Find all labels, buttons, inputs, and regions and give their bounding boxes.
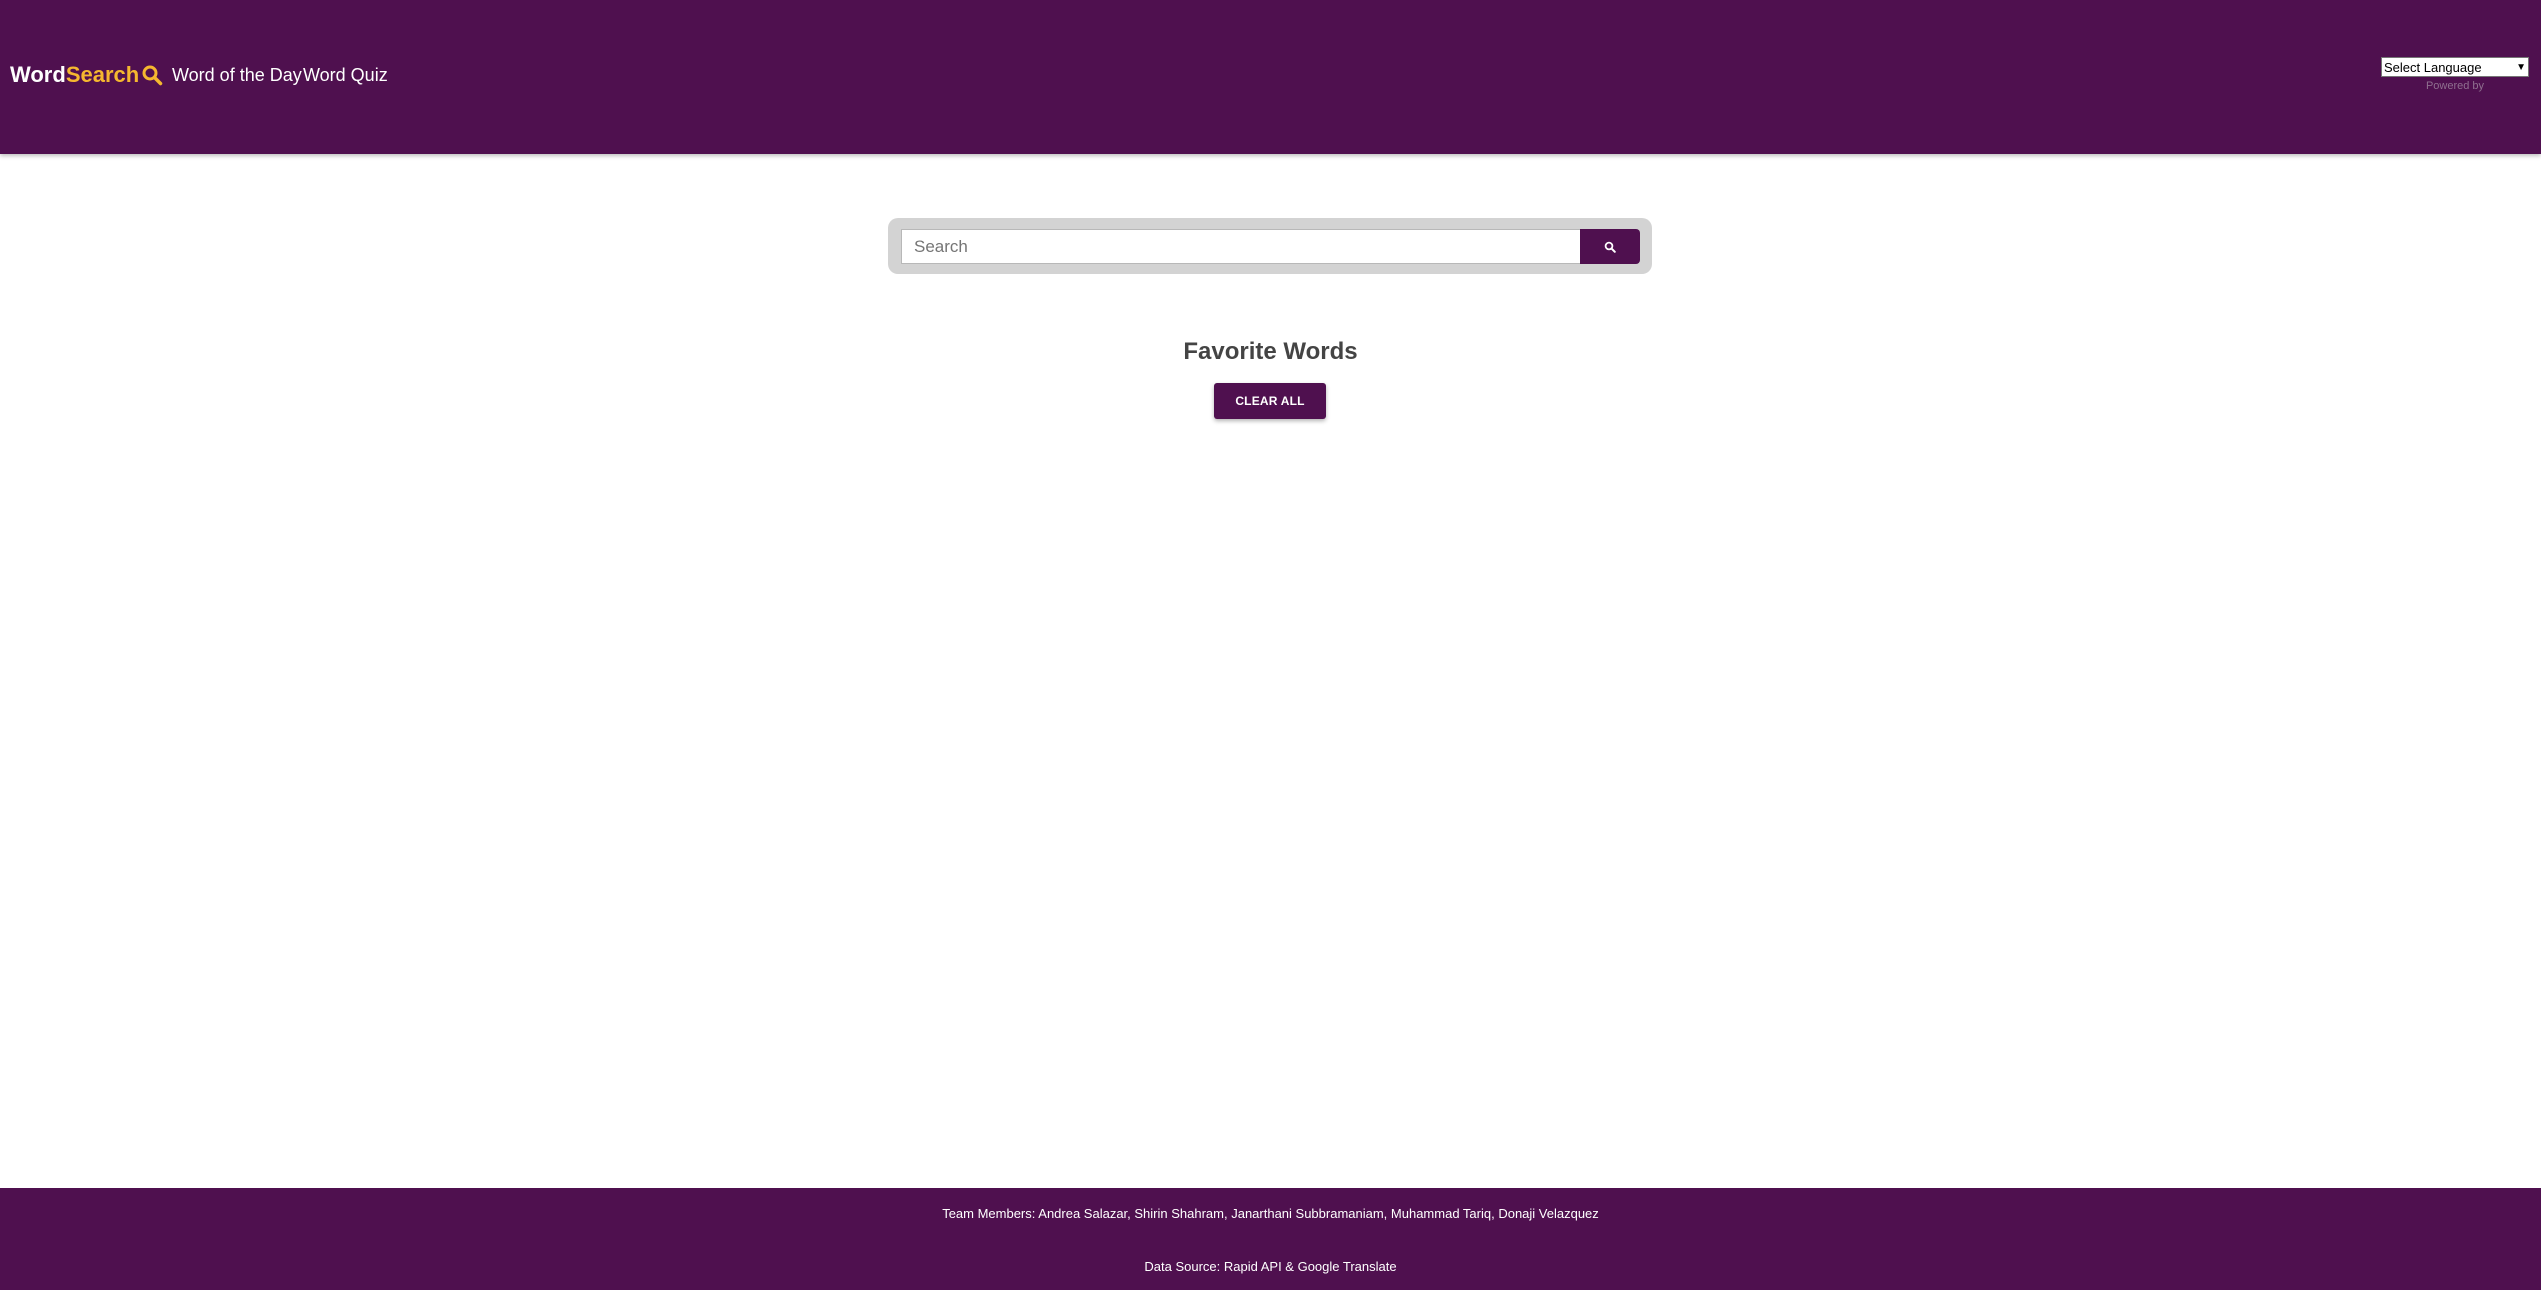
language-select-value: Select Language <box>2384 59 2482 75</box>
nav-word-quiz[interactable]: Word Quiz <box>303 64 388 86</box>
brand-search: Search <box>65 62 140 87</box>
search-box: Search <box>888 218 1652 274</box>
search-input[interactable]: Search <box>901 229 1581 264</box>
page: Word Search Word of the Day Word Quiz Sel… <box>0 0 2541 1290</box>
top-navbar: Word Search Word of the Day Word Quiz Sel… <box>0 0 2541 154</box>
nav-word-of-the-day[interactable]: Word of the Day <box>172 64 302 86</box>
clear-all-button[interactable]: CLEAR ALL <box>1214 383 1326 419</box>
brand-logo[interactable]: Word Search <box>10 62 163 88</box>
footer-data-source: Data Source: Rapid API & Google Translat… <box>1144 1259 1397 1274</box>
favorite-words-title: Favorite Words <box>1183 338 1358 365</box>
chevron-down-icon: ▼ <box>2516 61 2526 73</box>
search-icon <box>1604 241 1616 253</box>
footer-team-members: Team Members: Andrea Salazar, Shirin Sha… <box>942 1206 1599 1221</box>
magnifier-icon <box>141 64 163 86</box>
language-widget: Select Language ▼ Powered by <box>2381 57 2529 92</box>
search-button[interactable] <box>1580 229 1640 264</box>
powered-by-text: Powered by <box>2425 80 2485 92</box>
language-select[interactable]: Select Language ▼ <box>2381 57 2529 77</box>
footer: Team Members: Andrea Salazar, Shirin Sha… <box>0 1188 2541 1290</box>
brand-word: Word <box>10 62 66 87</box>
